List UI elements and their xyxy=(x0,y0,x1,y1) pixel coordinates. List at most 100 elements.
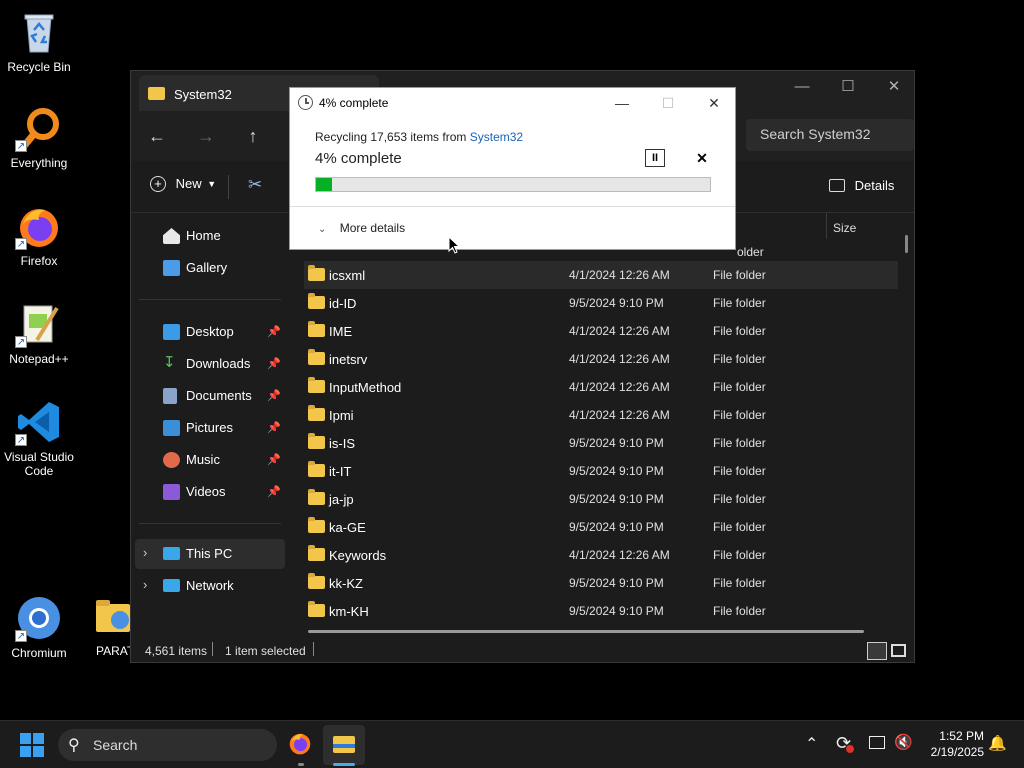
shortcut-arrow-icon: ↗ xyxy=(15,434,27,446)
sidebar-item-network[interactable]: › Network xyxy=(135,571,285,601)
taskbar-firefox[interactable] xyxy=(287,730,315,758)
desktop-icon xyxy=(163,324,180,340)
folder-icon xyxy=(308,545,325,561)
table-row[interactable]: ka-GE 9/5/2024 9:10 PM File folder xyxy=(304,513,898,541)
chevron-up-icon[interactable]: ⌃ xyxy=(805,734,818,754)
new-button[interactable]: + New ▼ xyxy=(150,175,216,199)
minimize-button[interactable]: — xyxy=(779,71,825,103)
sidebar-item-music[interactable]: Music 📌 xyxy=(135,445,285,475)
file-name: InputMethod xyxy=(329,380,402,395)
desktop-icon-label: Everything xyxy=(10,156,68,170)
table-row[interactable]: km-KH 9/5/2024 9:10 PM File folder xyxy=(304,597,898,625)
sidebar-item-label: Desktop xyxy=(186,324,234,339)
file-date: 4/1/2024 12:26 AM xyxy=(569,408,670,422)
file-date: 4/1/2024 12:26 AM xyxy=(569,324,670,338)
table-row[interactable]: Ipmi 4/1/2024 12:26 AM File folder xyxy=(304,401,898,429)
pin-icon: 📌 xyxy=(267,358,281,370)
volume-muted-icon[interactable]: 🔇 xyxy=(894,733,913,751)
windows-logo-icon xyxy=(20,733,44,757)
sidebar-item-documents[interactable]: Documents 📌 xyxy=(135,381,285,411)
table-row[interactable]: Keywords 4/1/2024 12:26 AM File folder xyxy=(304,541,898,569)
dialog-maximize-button: ☐ xyxy=(661,95,675,111)
dialog-minimize-button[interactable]: — xyxy=(599,90,645,116)
network-icon xyxy=(163,579,180,592)
folder-icon xyxy=(96,598,130,634)
close-button[interactable]: ✕ xyxy=(871,71,917,103)
music-icon xyxy=(163,452,180,468)
sidebar-item-videos[interactable]: Videos 📌 xyxy=(135,477,285,507)
chevron-right-icon[interactable]: › xyxy=(143,545,147,560)
table-row[interactable]: icsxml 4/1/2024 12:26 AM File folder xyxy=(304,261,898,289)
sidebar-item-home[interactable]: Home xyxy=(135,221,285,251)
file-date: 9/5/2024 9:10 PM xyxy=(569,520,664,534)
desktop-icon-notepadpp[interactable]: ↗ Notepad++ xyxy=(0,300,78,366)
chevron-right-icon[interactable]: › xyxy=(143,577,147,592)
sidebar-item-this-pc[interactable]: › This PC xyxy=(135,539,285,569)
sidebar-item-pictures[interactable]: Pictures 📌 xyxy=(135,413,285,443)
up-arrow-icon[interactable]: ↑ xyxy=(238,123,268,149)
clock[interactable]: 1:52 PM 2/19/2025 xyxy=(918,728,984,760)
forward-arrow-icon[interactable]: → xyxy=(191,123,221,149)
cut-icon[interactable]: ✂ xyxy=(248,175,262,195)
file-name: ja-jp xyxy=(329,492,354,507)
file-type: File folder xyxy=(713,352,766,366)
pin-icon: 📌 xyxy=(267,454,281,466)
desktop-icon-recycle-bin[interactable]: Recycle Bin xyxy=(0,8,78,74)
vscode-icon: ↗ xyxy=(15,398,63,446)
file-explorer-icon-band xyxy=(333,744,355,748)
file-date: 4/1/2024 12:26 AM xyxy=(569,380,670,394)
taskbar-file-explorer[interactable] xyxy=(323,725,365,765)
notification-bell-icon[interactable]: 🔔 xyxy=(988,734,1007,752)
desktop-icon-firefox[interactable]: ↗ Firefox xyxy=(0,202,78,268)
file-type: File folder xyxy=(713,436,766,450)
desktop-icon-chromium[interactable]: ↗ Chromium xyxy=(0,594,78,660)
dialog-close-button[interactable]: ✕ xyxy=(691,90,737,116)
file-type: File folder xyxy=(713,380,766,394)
vertical-scrollbar[interactable] xyxy=(905,235,908,253)
table-row[interactable]: InputMethod 4/1/2024 12:26 AM File folde… xyxy=(304,373,898,401)
everything-icon: ↗ xyxy=(15,104,63,152)
table-row[interactable]: it-IT 9/5/2024 9:10 PM File folder xyxy=(304,457,898,485)
taskbar-search[interactable]: ⚲ Search xyxy=(58,729,277,761)
horizontal-scrollbar[interactable] xyxy=(308,630,864,633)
table-row[interactable]: inetsrv 4/1/2024 12:26 AM File folder xyxy=(304,345,898,373)
cancel-operation-button[interactable]: ✕ xyxy=(693,149,711,167)
table-row[interactable]: kk-KZ 9/5/2024 9:10 PM File folder xyxy=(304,569,898,597)
file-name: Ipmi xyxy=(329,408,354,423)
back-arrow-icon[interactable]: ← xyxy=(142,123,172,149)
sidebar-item-downloads[interactable]: ↧ Downloads 📌 xyxy=(135,349,285,379)
folder-icon xyxy=(308,601,325,617)
desktop-icon-label: Notepad++ xyxy=(9,352,69,366)
recycling-status-prefix: Recycling 17,653 items from xyxy=(315,130,470,144)
search-input[interactable]: Search System32 xyxy=(746,119,914,151)
more-details-toggle[interactable]: ⌄ More details xyxy=(318,221,405,235)
tiles-view-icon[interactable] xyxy=(891,644,906,657)
more-details-label: More details xyxy=(339,221,406,235)
table-row[interactable]: ja-jp 9/5/2024 9:10 PM File folder xyxy=(304,485,898,513)
shortcut-arrow-icon: ↗ xyxy=(15,630,27,642)
sidebar-item-gallery[interactable]: Gallery xyxy=(135,253,285,283)
desktop-icon-vscode[interactable]: ↗ Visual Studio Code xyxy=(0,398,78,478)
pause-button[interactable]: II xyxy=(645,149,665,167)
details-view-icon[interactable] xyxy=(867,642,887,660)
details-button[interactable]: Details xyxy=(829,177,894,193)
file-name: IME xyxy=(329,324,353,339)
this-pc-icon xyxy=(163,547,180,560)
table-row[interactable]: is-IS 9/5/2024 9:10 PM File folder xyxy=(304,429,898,457)
file-name: it-IT xyxy=(329,464,352,479)
desktop-icon-parat[interactable]: PARAT xyxy=(78,598,130,658)
file-list: icsxml 4/1/2024 12:26 AM File folder id-… xyxy=(304,261,898,625)
source-folder-link[interactable]: System32 xyxy=(470,130,523,144)
taskbar-search-label: Search xyxy=(93,737,138,753)
table-row[interactable]: IME 4/1/2024 12:26 AM File folder xyxy=(304,317,898,345)
running-indicator xyxy=(298,763,304,766)
network-icon[interactable] xyxy=(869,736,885,749)
mouse-cursor-icon xyxy=(448,235,461,260)
pin-icon: 📌 xyxy=(267,390,281,402)
sidebar-item-desktop[interactable]: Desktop 📌 xyxy=(135,317,285,347)
maximize-button[interactable]: ☐ xyxy=(825,71,871,103)
column-size[interactable]: Size xyxy=(833,221,856,235)
desktop-icon-everything[interactable]: ↗ Everything xyxy=(0,104,78,170)
table-row[interactable]: id-ID 9/5/2024 9:10 PM File folder xyxy=(304,289,898,317)
start-button[interactable] xyxy=(20,733,44,757)
